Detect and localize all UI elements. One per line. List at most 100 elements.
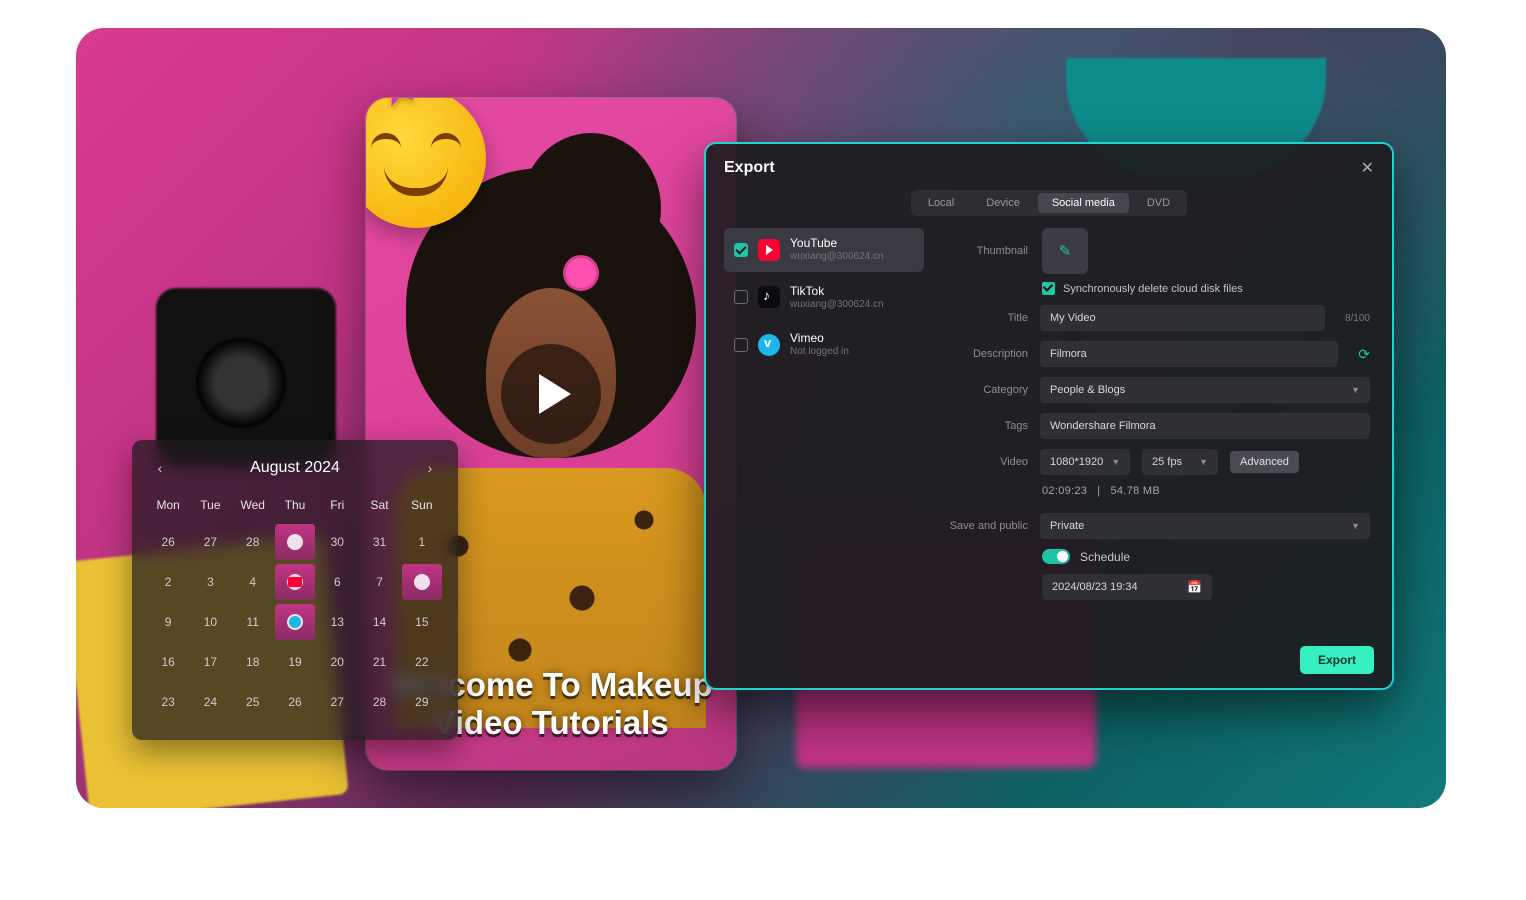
calendar-day[interactable]: 19 — [275, 644, 315, 680]
calendar-day[interactable]: 28 — [233, 524, 273, 560]
calendar-day[interactable]: 7 — [359, 564, 399, 600]
calendar-day[interactable]: 17 — [190, 644, 230, 680]
title-label: Title — [942, 312, 1028, 324]
tiktok-icon — [758, 286, 780, 308]
thumbnail-label: Thumbnail — [942, 245, 1028, 257]
calendar-day[interactable]: 20 — [317, 644, 357, 680]
schedule-toggle[interactable] — [1042, 549, 1070, 564]
privacy-select[interactable]: Private ▼ — [1040, 513, 1370, 539]
calendar-day[interactable]: 14 — [359, 604, 399, 640]
platform-tiktok[interactable]: TikTokwuxiang@300624.cn — [724, 276, 924, 320]
tab-dvd[interactable]: DVD — [1133, 193, 1184, 213]
schedule-calendar: ‹ August 2024 › MonTueWedThuFriSatSun262… — [132, 440, 458, 740]
close-icon[interactable]: ✕ — [1361, 158, 1374, 178]
platform-name: TikTok — [790, 284, 884, 299]
calendar-icon: 📅 — [1187, 580, 1202, 594]
calendar-day[interactable]: 22 — [402, 644, 442, 680]
calendar-day[interactable]: 11 — [233, 604, 273, 640]
category-value: People & Blogs — [1050, 384, 1125, 396]
resolution-value: 1080*1920 — [1050, 456, 1103, 468]
calendar-day[interactable]: 21 — [359, 644, 399, 680]
save-public-label: Save and public — [942, 520, 1028, 532]
tab-device[interactable]: Device — [972, 193, 1034, 213]
calendar-day[interactable]: 16 — [148, 644, 188, 680]
calendar-day[interactable]: 15 — [402, 604, 442, 640]
calendar-day-scheduled[interactable] — [402, 564, 442, 600]
category-label: Category — [942, 384, 1028, 396]
chevron-down-icon: ▼ — [1199, 457, 1208, 467]
calendar-day[interactable]: 4 — [233, 564, 273, 600]
title-input[interactable] — [1040, 305, 1325, 331]
calendar-day-scheduled[interactable] — [275, 604, 315, 640]
sync-delete-checkbox[interactable] — [1042, 282, 1055, 295]
calendar-day[interactable]: 9 — [148, 604, 188, 640]
calendar-day[interactable]: 29 — [402, 684, 442, 720]
chevron-down-icon: ▼ — [1351, 521, 1360, 531]
calendar-day[interactable]: 25 — [233, 684, 273, 720]
calendar-day[interactable]: 18 — [233, 644, 273, 680]
platform-name: Vimeo — [790, 331, 849, 346]
filesize-value: 54.78 MB — [1111, 485, 1160, 497]
vimeo-icon — [758, 334, 780, 356]
calendar-prev[interactable]: ‹ — [148, 456, 172, 480]
platform-account: Not logged in — [790, 346, 849, 359]
calendar-day[interactable]: 3 — [190, 564, 230, 600]
fps-select[interactable]: 25 fps ▼ — [1142, 449, 1218, 475]
calendar-day[interactable]: 26 — [275, 684, 315, 720]
category-select[interactable]: People & Blogs ▼ — [1040, 377, 1370, 403]
calendar-day[interactable]: 13 — [317, 604, 357, 640]
privacy-value: Private — [1050, 520, 1084, 532]
platform-vimeo[interactable]: VimeoNot logged in — [724, 323, 924, 367]
calendar-dow: Fri — [317, 494, 357, 520]
platform-name: YouTube — [790, 236, 884, 251]
calendar-day[interactable]: 27 — [317, 684, 357, 720]
export-dialog: Export ✕ LocalDeviceSocial mediaDVD YouT… — [706, 144, 1392, 688]
schedule-value: 2024/08/23 19:34 — [1052, 581, 1138, 593]
calendar-day[interactable]: 27 — [190, 524, 230, 560]
calendar-day[interactable]: 24 — [190, 684, 230, 720]
export-form: Thumbnail ✎ Synchronously delete cloud d… — [942, 228, 1374, 622]
ai-icon[interactable]: ⟳ — [1358, 346, 1370, 363]
calendar-day[interactable]: 6 — [317, 564, 357, 600]
tab-local[interactable]: Local — [914, 193, 968, 213]
calendar-day[interactable]: 23 — [148, 684, 188, 720]
calendar-dow: Wed — [233, 494, 273, 520]
advanced-button[interactable]: Advanced — [1230, 451, 1299, 473]
calendar-day[interactable]: 31 — [359, 524, 399, 560]
play-button[interactable] — [501, 344, 601, 444]
calendar-day[interactable]: 28 — [359, 684, 399, 720]
calendar-day[interactable]: 30 — [317, 524, 357, 560]
platform-account: wuxiang@300624.cn — [790, 251, 884, 264]
platform-checkbox[interactable] — [734, 243, 748, 257]
chevron-down-icon: ▼ — [1111, 457, 1120, 467]
platform-youtube[interactable]: YouTubewuxiang@300624.cn — [724, 228, 924, 272]
tab-social-media[interactable]: Social media — [1038, 193, 1129, 213]
description-input[interactable] — [1040, 341, 1338, 367]
schedule-datetime-input[interactable]: 2024/08/23 19:34 📅 — [1042, 574, 1212, 600]
platform-checkbox[interactable] — [734, 338, 748, 352]
resolution-select[interactable]: 1080*1920 ▼ — [1040, 449, 1130, 475]
promo-canvas: ★★ ✕ Welcome To Makeup Video Tutorials ‹… — [76, 28, 1446, 808]
tags-input[interactable] — [1040, 413, 1370, 439]
sync-delete-label: Synchronously delete cloud disk files — [1063, 283, 1243, 295]
fps-value: 25 fps — [1152, 456, 1182, 468]
platform-list: YouTubewuxiang@300624.cnTikTokwuxiang@30… — [724, 228, 924, 622]
teal-x-sticker: ✕ — [366, 298, 369, 338]
calendar-day[interactable]: 2 — [148, 564, 188, 600]
calendar-next[interactable]: › — [418, 456, 442, 480]
calendar-day-scheduled[interactable] — [275, 564, 315, 600]
thumbnail-edit-button[interactable]: ✎ — [1042, 228, 1088, 274]
calendar-day[interactable]: 1 — [402, 524, 442, 560]
duration-value: 02:09:23 — [1042, 485, 1087, 497]
calendar-dow: Sun — [402, 494, 442, 520]
calendar-day[interactable]: 10 — [190, 604, 230, 640]
calendar-dow: Sat — [359, 494, 399, 520]
calendar-day-scheduled[interactable] — [275, 524, 315, 560]
platform-checkbox[interactable] — [734, 290, 748, 304]
youtube-icon — [758, 239, 780, 261]
calendar-dow: Mon — [148, 494, 188, 520]
export-button[interactable]: Export — [1300, 646, 1374, 674]
calendar-day[interactable]: 26 — [148, 524, 188, 560]
chevron-down-icon: ▼ — [1351, 385, 1360, 395]
video-info-line: 02:09:23 | 54.78 MB — [1042, 485, 1370, 497]
